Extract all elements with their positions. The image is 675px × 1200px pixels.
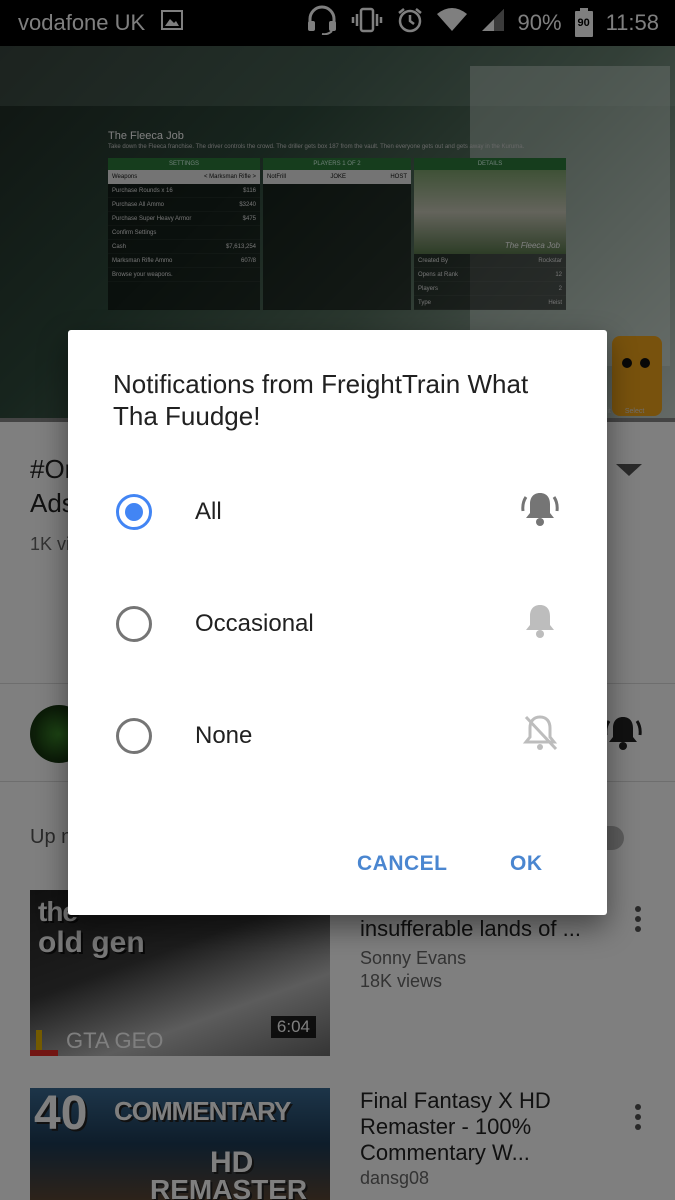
radio-button[interactable] <box>116 718 152 754</box>
option-label: None <box>195 722 253 749</box>
dialog-title: Notifications from FreightTrain What Tha… <box>113 369 529 431</box>
notifications-dialog: Notifications from FreightTrain What Tha… <box>68 330 607 915</box>
bell-ringing-icon <box>518 488 562 535</box>
dialog-actions: CANCEL OK <box>68 840 607 890</box>
radio-button[interactable] <box>116 606 152 642</box>
ok-button[interactable]: OK <box>510 852 543 876</box>
radio-button[interactable] <box>116 494 152 530</box>
option-label: Occasional <box>195 610 314 637</box>
bell-off-icon <box>518 712 562 759</box>
option-occasional[interactable]: Occasional <box>68 576 607 672</box>
option-none[interactable]: None <box>68 688 607 784</box>
option-all[interactable]: All <box>68 464 607 560</box>
option-label: All <box>195 498 222 525</box>
bell-icon <box>518 600 562 647</box>
cancel-button[interactable]: CANCEL <box>357 852 448 876</box>
